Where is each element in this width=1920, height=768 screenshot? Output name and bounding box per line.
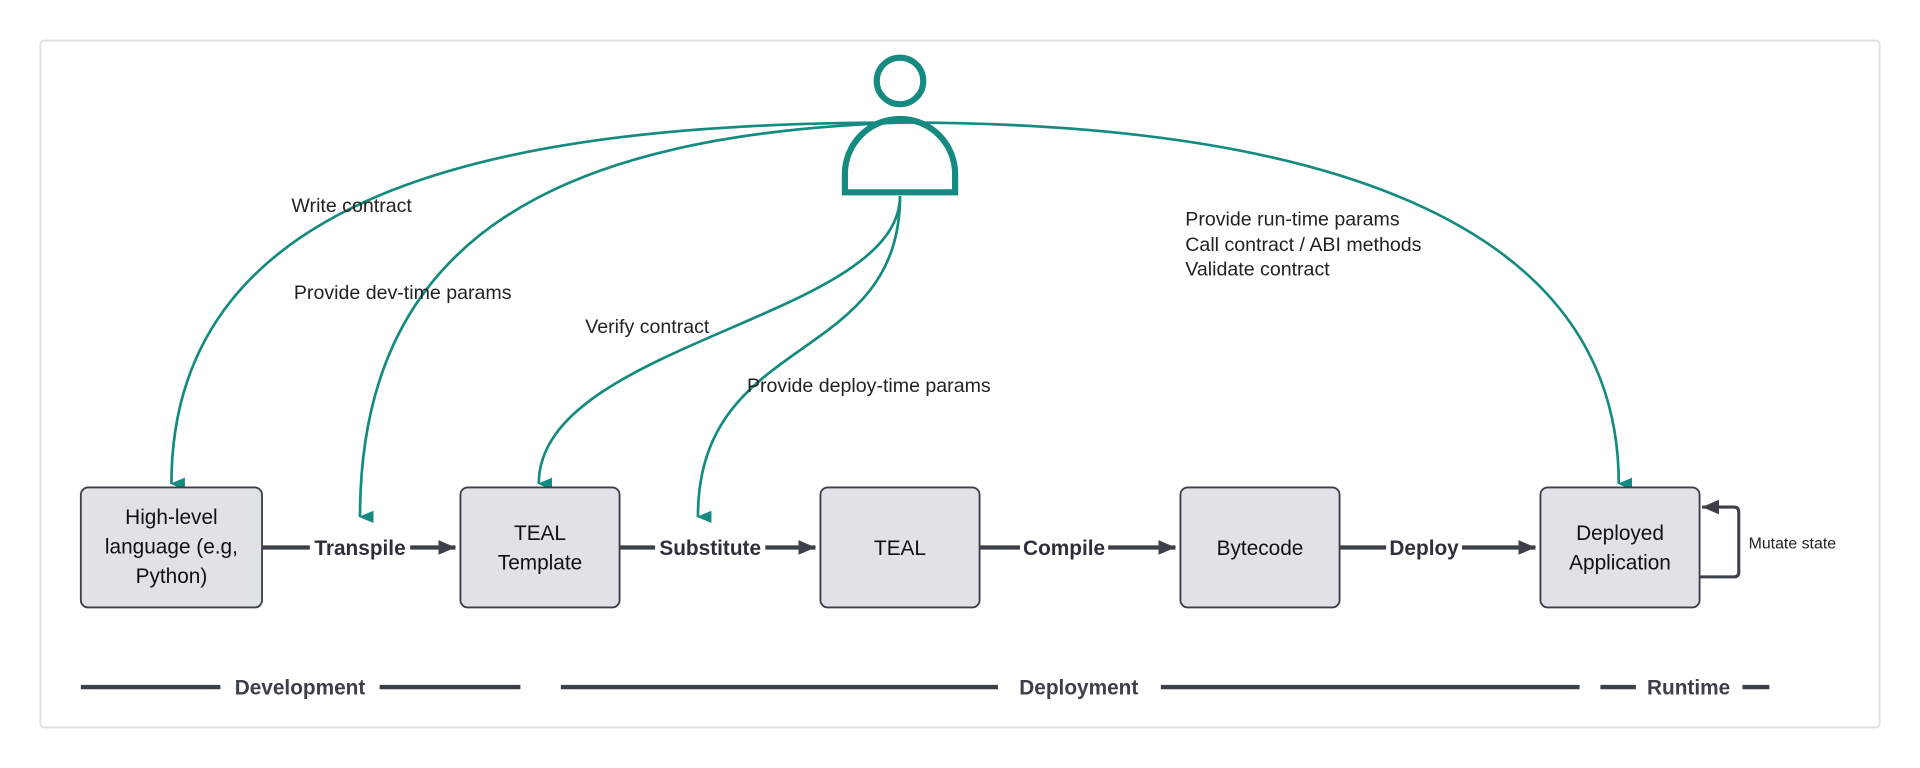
node-bytecode: Bytecode <box>1179 486 1341 609</box>
label-dev-params: Provide dev-time params <box>294 282 512 304</box>
node-text: High-level <box>125 506 217 529</box>
phase-runtime: Runtime <box>1647 676 1730 699</box>
edge-label-deploy: Deploy <box>1389 537 1459 560</box>
edge-label-substitute: Substitute <box>659 537 761 560</box>
node-text: Bytecode <box>1217 537 1304 560</box>
node-teal: TEAL <box>819 486 981 609</box>
node-text: Application <box>1569 552 1671 575</box>
label-write-contract: Write contract <box>291 195 412 217</box>
node-text: Template <box>498 552 582 575</box>
label-runtime-3: Validate contract <box>1185 259 1330 281</box>
label-runtime-2: Call contract / ABI methods <box>1185 234 1421 256</box>
edge-label-transpile: Transpile <box>314 537 405 560</box>
node-text: TEAL <box>874 537 926 560</box>
label-mutate-state: Mutate state <box>1749 536 1837 553</box>
node-high-level-language: High-level language (e.g, Python) <box>79 486 263 609</box>
pipeline-diagram: Write contract Provide dev-time params V… <box>39 39 1881 729</box>
label-deploy-params: Provide deploy-time params <box>747 375 991 397</box>
edge-label-compile: Compile <box>1023 537 1105 560</box>
node-teal-template: TEAL Template <box>459 486 621 609</box>
phase-development: Development <box>235 676 366 699</box>
label-runtime-1: Provide run-time params <box>1185 208 1400 230</box>
node-text: Deployed <box>1576 522 1664 545</box>
node-text: language (e.g, <box>105 536 238 559</box>
node-text: TEAL <box>514 522 566 545</box>
node-text: Python) <box>136 565 208 588</box>
node-deployed-application: Deployed Application <box>1539 486 1701 609</box>
label-verify: Verify contract <box>585 316 710 338</box>
phase-deployment: Deployment <box>1019 676 1138 699</box>
